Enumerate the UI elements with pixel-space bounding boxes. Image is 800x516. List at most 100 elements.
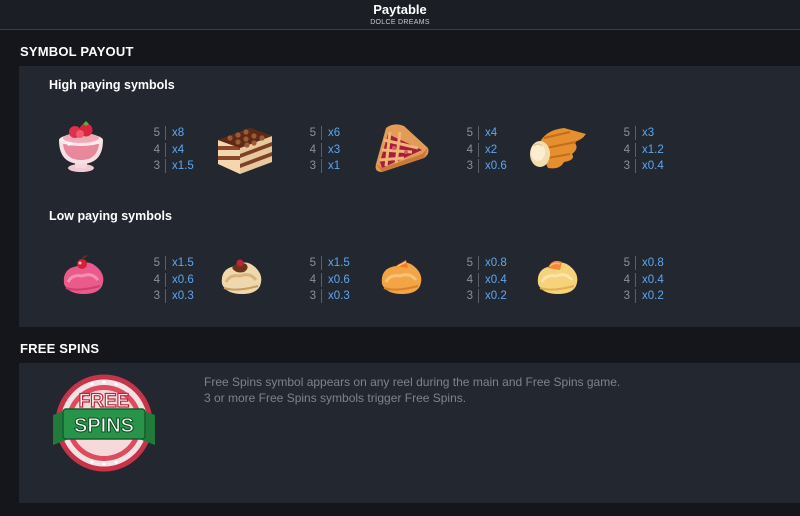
chocolate-gelato-icon [201, 248, 281, 308]
cherry-pie-icon [361, 118, 441, 178]
divider [321, 126, 322, 141]
multiplier: x8 [172, 127, 185, 139]
symbol-count: 4 [623, 143, 630, 156]
divider [321, 256, 322, 271]
payout-row: 3 x0.4 [619, 158, 689, 175]
free-spins-description: Free Spins symbol appears on any reel du… [204, 374, 620, 406]
peach-gelato-icon [517, 248, 597, 308]
divider [478, 159, 479, 174]
paytable-header: Paytable DOLCE DREAMS [0, 0, 800, 30]
divider [321, 159, 322, 174]
symbol-count: 3 [466, 160, 473, 172]
cream-horn-icon [517, 118, 597, 178]
symbol-count: 5 [153, 257, 160, 269]
multiplier: x6 [328, 127, 341, 139]
divider [635, 272, 636, 287]
multiplier: x4 [172, 143, 185, 156]
free-spins-badge-icon: FREE SPINS [49, 373, 159, 473]
multiplier: x2 [485, 143, 498, 156]
payout-row: 4 x0.4 [619, 272, 689, 289]
multiplier: x0.2 [642, 290, 664, 302]
symbol-count: 5 [466, 127, 473, 139]
multiplier: x3 [328, 143, 341, 156]
multiplier: x0.8 [485, 257, 507, 269]
divider [165, 142, 166, 157]
payout-list: 5 x3 4 x1.2 3 x0.4 [619, 125, 689, 175]
multiplier: x0.6 [328, 273, 350, 286]
high-paying-heading: High paying symbols [49, 78, 175, 92]
symbol-count: 4 [466, 143, 473, 156]
tiramisu-cake-icon [205, 118, 285, 178]
symbol-payout-panel: High paying symbols 5 x8 4 x4 3 x1.5 5 x… [19, 66, 800, 327]
multiplier: x0.6 [172, 273, 194, 286]
symbol-count: 5 [153, 127, 160, 139]
game-name: DOLCE DREAMS [370, 19, 430, 26]
orange-gelato-icon [361, 248, 441, 308]
symbol-count: 4 [153, 143, 160, 156]
symbol-count: 5 [309, 257, 316, 269]
symbol-count: 4 [309, 143, 316, 156]
free-spins-badge-word: FREE [79, 391, 130, 412]
divider [165, 272, 166, 287]
symbol-count: 5 [623, 127, 630, 139]
symbol-count: 5 [309, 127, 316, 139]
divider [165, 159, 166, 174]
symbol-count: 5 [466, 257, 473, 269]
multiplier: x1.5 [172, 257, 194, 269]
divider [478, 256, 479, 271]
multiplier: x4 [485, 127, 498, 139]
divider [478, 142, 479, 157]
divider [321, 272, 322, 287]
symbol-count: 3 [466, 290, 473, 302]
free-spins-heading: FREE SPINS [20, 341, 100, 356]
divider [478, 126, 479, 141]
payout-row: 3 x0.2 [619, 288, 689, 305]
multiplier: x0.6 [485, 160, 507, 172]
page-title: Paytable [373, 2, 427, 17]
free-spins-badge-word: SPINS [74, 415, 134, 437]
multiplier: x1 [328, 160, 341, 172]
divider [635, 126, 636, 141]
divider [321, 289, 322, 304]
payout-row: 5 x0.8 [619, 255, 689, 272]
divider [165, 256, 166, 271]
symbol-count: 3 [623, 160, 630, 172]
payout-list: 5 x0.8 4 x0.4 3 x0.2 [619, 255, 689, 305]
multiplier: x0.4 [642, 273, 664, 286]
multiplier: x1.5 [328, 257, 350, 269]
symbol-count: 3 [309, 290, 316, 302]
payout-row: 4 x1.2 [619, 142, 689, 159]
multiplier: x3 [642, 127, 655, 139]
divider [165, 289, 166, 304]
symbol-payout-heading: SYMBOL PAYOUT [20, 44, 134, 59]
free-spins-panel: FREE SPINS Free Spins symbol appears on … [19, 363, 800, 503]
divider [635, 159, 636, 174]
multiplier: x0.4 [485, 273, 507, 286]
low-paying-heading: Low paying symbols [49, 209, 172, 223]
description-line: 3 or more Free Spins symbols trigger Fre… [204, 391, 467, 405]
divider [478, 289, 479, 304]
symbol-count: 3 [153, 160, 160, 172]
payout-row: 5 x3 [619, 125, 689, 142]
multiplier: x0.2 [485, 290, 507, 302]
symbol-count: 4 [309, 273, 316, 286]
multiplier: x1.5 [172, 160, 194, 172]
divider [635, 142, 636, 157]
divider [321, 142, 322, 157]
multiplier: x0.3 [328, 290, 350, 302]
symbol-count: 5 [623, 257, 630, 269]
multiplier: x0.3 [172, 290, 194, 302]
multiplier: x0.4 [642, 160, 664, 172]
multiplier: x1.2 [642, 143, 664, 156]
strawberry-cup-icon [41, 116, 121, 176]
divider [635, 289, 636, 304]
multiplier: x0.8 [642, 257, 664, 269]
symbol-count: 4 [153, 273, 160, 286]
symbol-count: 4 [466, 273, 473, 286]
symbol-count: 3 [153, 290, 160, 302]
symbol-count: 3 [309, 160, 316, 172]
symbol-count: 3 [623, 290, 630, 302]
description-line: Free Spins symbol appears on any reel du… [204, 375, 621, 389]
divider [635, 256, 636, 271]
symbol-count: 4 [623, 273, 630, 286]
